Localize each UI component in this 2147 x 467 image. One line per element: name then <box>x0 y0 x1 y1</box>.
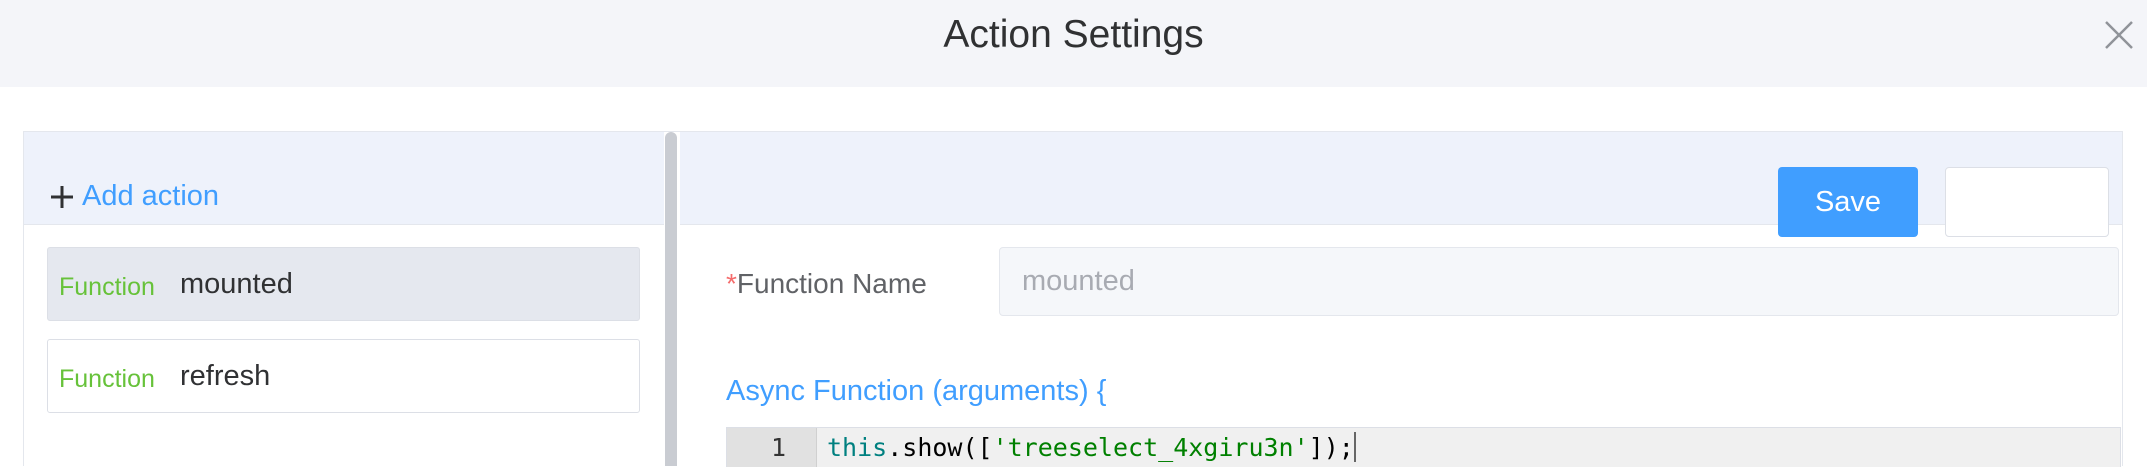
add-action-label: Add action <box>82 180 220 212</box>
required-mark: * <box>726 268 737 299</box>
function-name-label: *Function Name <box>726 268 927 300</box>
text-cursor <box>1353 432 1356 462</box>
action-item-refresh[interactable]: Function refresh <box>47 339 640 413</box>
function-name-label-text: Function Name <box>736 268 927 299</box>
secondary-button[interactable] <box>1945 167 2109 237</box>
action-name: mounted <box>180 267 293 300</box>
dialog-title: Action Settings <box>943 13 1204 56</box>
action-type-tag: Function <box>59 364 155 393</box>
close-icon <box>2105 21 2133 49</box>
editor-toolbar: Save <box>680 132 2122 237</box>
code-editor[interactable]: 1 this.show(['treeselect_4xgiru3n']); <box>726 427 2121 467</box>
action-list-pane: Add action Function mounted Function ref… <box>24 132 664 466</box>
action-settings-panel: Add action Function mounted Function ref… <box>23 131 2123 467</box>
save-button[interactable]: Save <box>1778 167 1918 237</box>
dialog-header: Action Settings <box>0 0 2147 87</box>
plus-icon <box>51 185 73 208</box>
close-button[interactable] <box>2100 16 2138 54</box>
function-name-input[interactable] <box>999 247 2119 316</box>
pane-resize-handle[interactable] <box>665 132 677 466</box>
line-number: 1 <box>727 428 817 467</box>
add-action-button[interactable]: Add action <box>48 180 219 213</box>
code-line[interactable]: this.show(['treeselect_4xgiru3n']); <box>827 428 1356 467</box>
async-function-signature: Async Function (arguments) { <box>726 375 1107 407</box>
code-string: 'treeselect_4xgiru3n' <box>992 433 1309 462</box>
action-type-tag: Function <box>59 272 155 301</box>
action-editor-pane: Save *Function Name Async Function (argu… <box>680 132 2122 467</box>
action-list-toolbar: Add action <box>24 132 664 225</box>
code-text: ]); <box>1308 433 1354 462</box>
action-item-mounted[interactable]: Function mounted <box>47 247 640 321</box>
code-keyword: this <box>827 433 888 462</box>
action-name: refresh <box>180 359 271 392</box>
code-text: .show([ <box>887 433 993 462</box>
